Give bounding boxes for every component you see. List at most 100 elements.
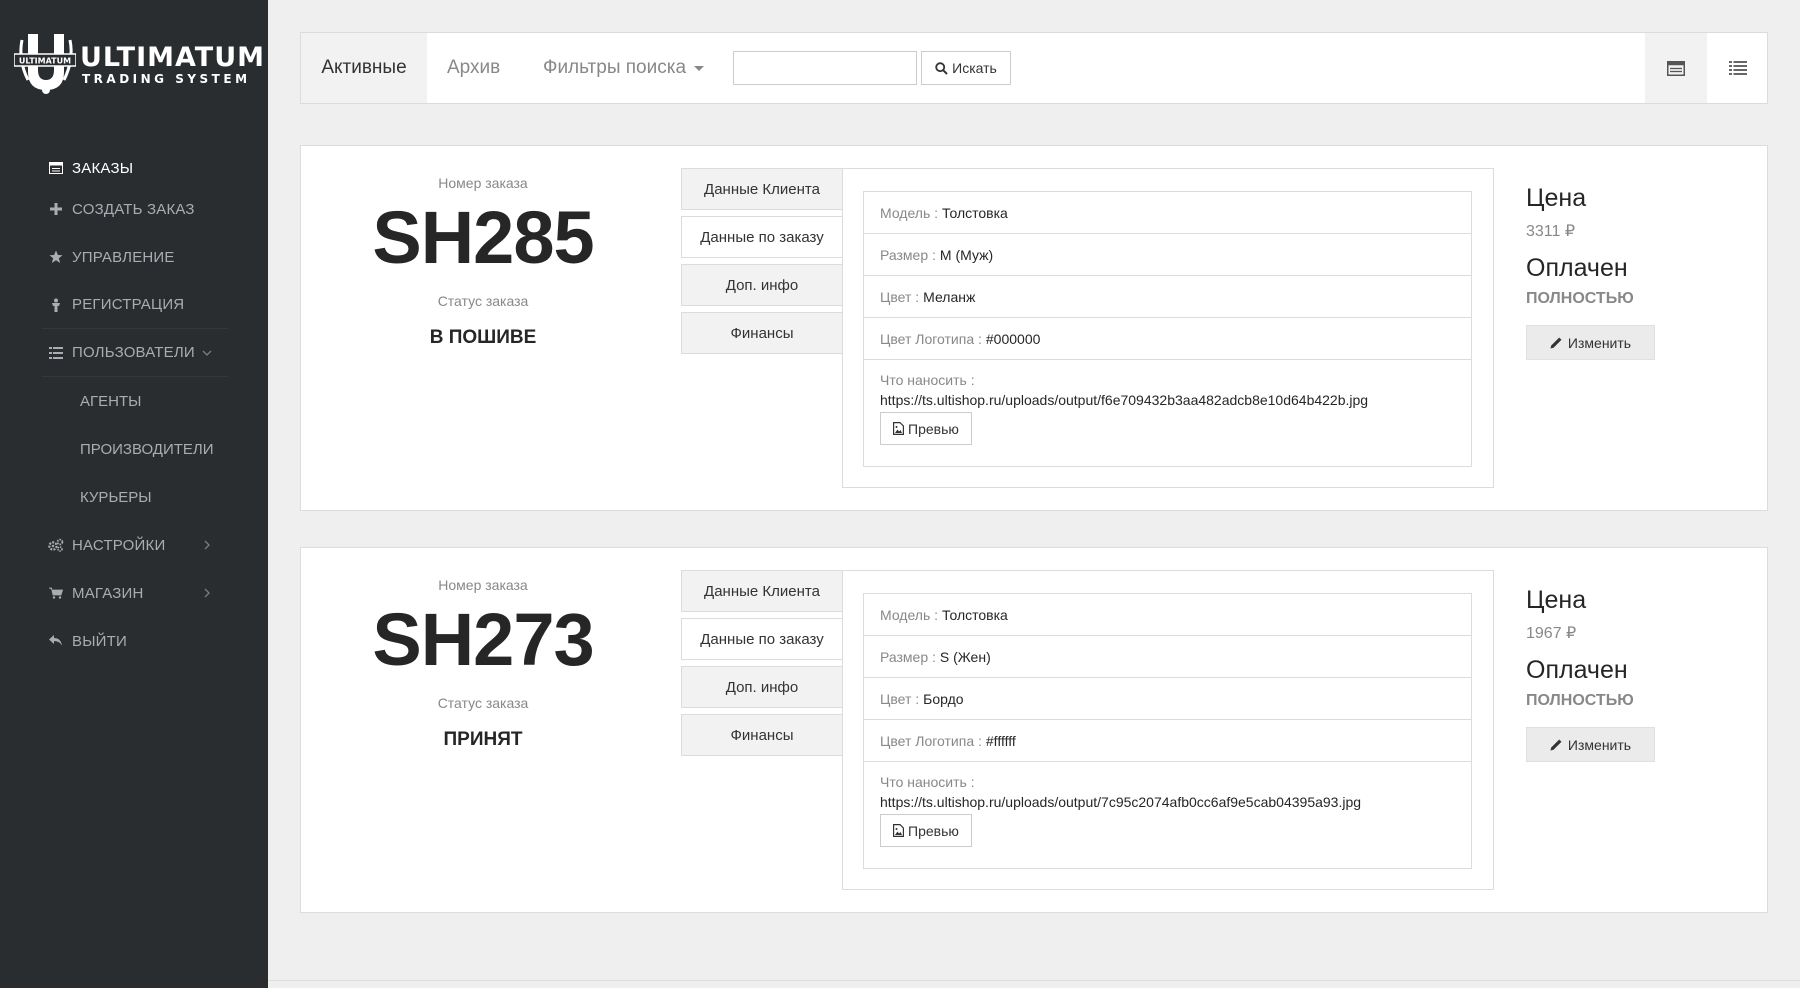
list-item: Что наносить : https://ts.ultishop.ru/up… xyxy=(864,360,1471,466)
order-card: Номер заказа SH285 Статус заказа В ПОШИВ… xyxy=(300,145,1768,511)
order-status-label: Статус заказа xyxy=(437,293,529,309)
print-url: https://ts.ultishop.ru/uploads/output/7c… xyxy=(880,794,1362,810)
sidebar-item-label: Заказы xyxy=(72,159,134,177)
tab-finances[interactable]: Финансы xyxy=(681,714,843,756)
sidebar-nav: Заказы Создать заказ Управление Регистра… xyxy=(42,151,228,665)
list-item: Цвет : Меланж xyxy=(864,276,1471,318)
tab-order-data[interactable]: Данные по заказу xyxy=(681,216,843,258)
edit-order-button[interactable]: Изменить xyxy=(1526,325,1655,360)
sidebar-item-label: Выйти xyxy=(72,632,128,650)
sidebar-item-couriers[interactable]: Курьеры xyxy=(42,473,228,521)
order-details-list: Модель : Толстовка Размер :S (Жен) Цвет :… xyxy=(863,593,1472,869)
sidebar-item-management[interactable]: Управление xyxy=(42,233,228,281)
card-view-icon xyxy=(1667,60,1685,76)
list-item: Цвет Логотипа : #ffffff xyxy=(864,720,1471,762)
sidebar-item-manufacturers[interactable]: Производители xyxy=(42,425,228,473)
payment-status: полностью xyxy=(1526,290,1634,307)
sidebar-item-users[interactable]: Пользователи xyxy=(42,329,228,377)
payment-label: Оплачен xyxy=(1526,254,1628,282)
ultimatum-logo-mark-icon: ULTIMATUM xyxy=(14,34,76,94)
edit-order-button[interactable]: Изменить xyxy=(1526,727,1655,762)
sidebar-item-registration[interactable]: Регистрация xyxy=(42,281,228,329)
chevron-right-icon xyxy=(204,588,210,598)
sidebar-item-shop[interactable]: Магазин xyxy=(42,569,228,617)
sidebar-item-label: Агенты xyxy=(80,392,142,410)
model-value: Толстовка xyxy=(942,606,1008,623)
reply-icon xyxy=(46,631,66,651)
list-icon xyxy=(46,343,66,363)
tab-client-data[interactable]: Данные Клиента xyxy=(681,168,843,210)
cogs-icon xyxy=(46,535,66,555)
price-label: Цена xyxy=(1526,184,1587,212)
edit-order-button-label: Изменить xyxy=(1567,334,1632,351)
sidebar-item-label: Управление xyxy=(72,248,175,266)
list-item: Что наносить : https://ts.ultishop.ru/up… xyxy=(864,762,1471,868)
preview-button[interactable]: Превью xyxy=(880,814,972,847)
order-details-panel: Модель : Толстовка Размер :M (Муж) Цвет :… xyxy=(842,168,1494,488)
sidebar-item-create-order[interactable]: Создать заказ xyxy=(42,185,228,233)
sidebar-item-label: Создать заказ xyxy=(72,200,195,218)
sidebar-item-label: Магазин xyxy=(72,584,144,602)
chevron-down-icon xyxy=(202,350,212,356)
view-cards-button[interactable] xyxy=(1645,33,1707,103)
model-value: Толстовка xyxy=(942,204,1008,221)
search-input[interactable] xyxy=(733,51,917,85)
sidebar-item-orders[interactable]: Заказы xyxy=(42,151,228,185)
sidebar-item-label: Курьеры xyxy=(80,488,152,506)
sidebar-item-settings[interactable]: Настройки xyxy=(42,521,228,569)
preview-button[interactable]: Превью xyxy=(880,412,972,445)
tab-archive[interactable]: Архив xyxy=(447,33,500,103)
order-number-label: Номер заказа xyxy=(438,577,528,593)
tab-client-data[interactable]: Данные Клиента xyxy=(681,570,843,612)
sidebar-item-label: Настройки xyxy=(72,536,166,554)
price-value: 3311 ₽ xyxy=(1526,223,1576,240)
caret-down-icon xyxy=(694,65,705,71)
payment-status: полностью xyxy=(1526,692,1634,709)
payment-label: Оплачен xyxy=(1526,656,1628,684)
preview-button-label: Превью xyxy=(908,822,959,839)
sidebar-item-label: Пользователи xyxy=(72,344,195,361)
color-value: Бордо xyxy=(923,690,964,707)
sidebar: ULTIMATUM ULTIMATUM TRADING SYSTEM Заказ… xyxy=(0,0,268,988)
price-label: Цена xyxy=(1526,586,1587,614)
search-button[interactable]: Искать xyxy=(921,51,1011,85)
order-details-panel: Модель : Толстовка Размер :S (Жен) Цвет :… xyxy=(842,570,1494,890)
order-tabs: Данные Клиента Данные по заказу Доп. инф… xyxy=(681,570,843,762)
footer-divider xyxy=(268,980,1800,981)
plus-icon xyxy=(46,199,66,219)
model-label: Модель : xyxy=(880,204,939,221)
list-item: Размер :S (Жен) xyxy=(864,636,1471,678)
tab-extra-info[interactable]: Доп. инфо xyxy=(681,264,843,306)
orders-toolbar: Активные Архив Фильтры поиска Искать xyxy=(300,32,1768,104)
brand-logo[interactable]: ULTIMATUM ULTIMATUM TRADING SYSTEM xyxy=(14,30,264,100)
image-file-icon xyxy=(893,824,904,837)
order-card: Номер заказа SH273 Статус заказа ПРИНЯТ … xyxy=(300,547,1768,913)
view-list-button[interactable] xyxy=(1707,33,1769,103)
tab-order-data[interactable]: Данные по заказу xyxy=(681,618,843,660)
logo-color-label: Цвет Логотипа : xyxy=(880,330,982,347)
order-details-list: Модель : Толстовка Размер :M (Муж) Цвет :… xyxy=(863,191,1472,467)
color-label: Цвет : xyxy=(880,690,920,707)
sidebar-item-agents[interactable]: Агенты xyxy=(42,377,228,425)
order-tabs: Данные Клиента Данные по заказу Доп. инф… xyxy=(681,168,843,360)
order-status-label: Статус заказа xyxy=(437,695,529,711)
print-label: Что наносить : xyxy=(880,774,975,790)
size-label: Размер : xyxy=(880,246,936,263)
brand-subtitle: TRADING SYSTEM xyxy=(82,72,251,86)
tab-active[interactable]: Активные xyxy=(301,33,427,103)
size-value: M (Муж) xyxy=(939,246,994,263)
tab-finances[interactable]: Финансы xyxy=(681,312,843,354)
size-value: S (Жен) xyxy=(939,648,991,665)
tab-extra-info[interactable]: Доп. инфо xyxy=(681,666,843,708)
pencil-icon xyxy=(1550,739,1562,750)
logo-color-label: Цвет Логотипа : xyxy=(880,732,982,749)
tab-search-filters[interactable]: Фильтры поиска xyxy=(543,33,705,103)
logo-color-value: #ffffff xyxy=(985,732,1016,749)
preview-button-label: Превью xyxy=(908,420,959,437)
price-value: 1967 ₽ xyxy=(1526,625,1577,642)
color-value: Меланж xyxy=(923,288,976,305)
brand-title: ULTIMATUM xyxy=(80,42,266,73)
sidebar-item-logout[interactable]: Выйти xyxy=(42,617,228,665)
orders-icon xyxy=(46,158,66,178)
cart-icon xyxy=(46,583,66,603)
